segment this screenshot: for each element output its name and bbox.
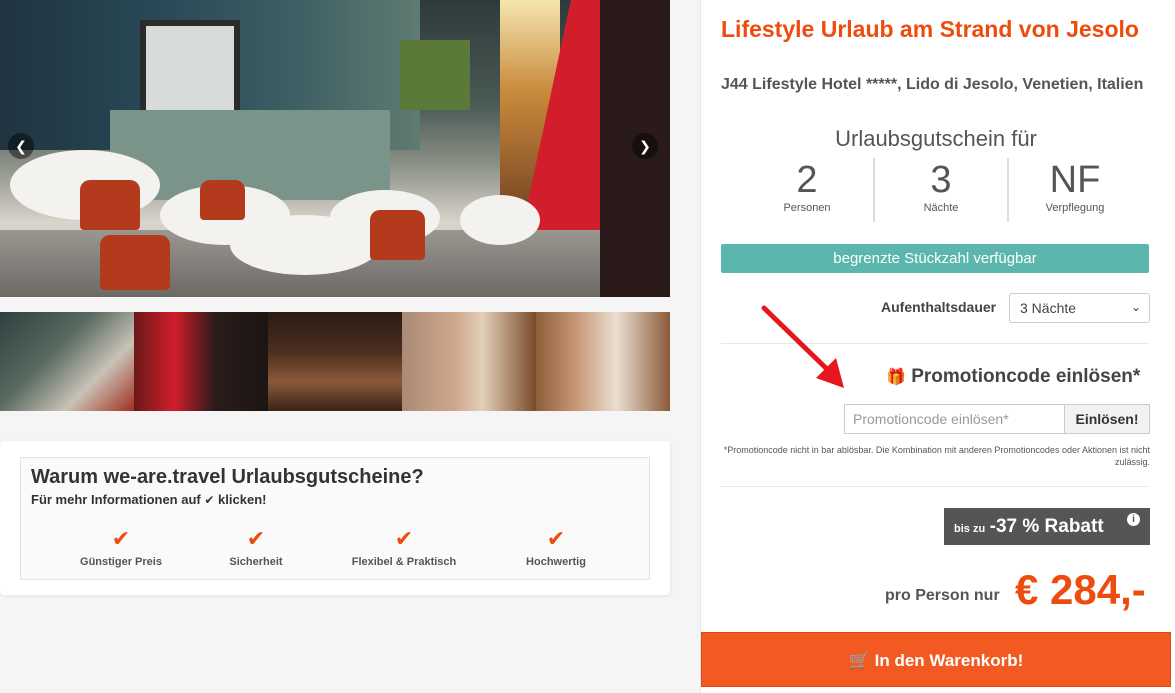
why-subtitle-before: Für mehr Informationen auf (31, 492, 201, 507)
stat-value: 3 (930, 159, 952, 201)
voucher-label: Urlaubsgutschein für (835, 126, 1037, 151)
why-title: Warum we-are.travel Urlaubsgutscheine? (31, 466, 424, 488)
why-item-label: Flexibel & Praktisch (351, 556, 457, 568)
stat-value: 2 (796, 159, 818, 201)
chevron-left-icon[interactable]: ❮ (8, 133, 34, 159)
stat-board: NF Verpflegung (1009, 158, 1141, 222)
thumbnail-restaurant[interactable] (0, 312, 134, 411)
why-item-flexible[interactable]: ✔ Flexibel & Praktisch (329, 526, 479, 569)
chevron-right-icon[interactable]: ❯ (632, 133, 658, 159)
stat-persons: 2 Personen (741, 158, 875, 222)
photo-chair (80, 180, 140, 230)
promo-heading: 🎁 Promotioncode einlösen* (886, 366, 1140, 388)
why-subtitle: Für mehr Informationen auf ✔ klicken! (31, 492, 266, 507)
check-icon: ✔ (111, 526, 131, 551)
discount-prefix: bis zu (954, 523, 986, 535)
why-card: Warum we-are.travel Urlaubsgutscheine? F… (0, 441, 670, 595)
thumbnail-room[interactable] (536, 312, 670, 411)
why-item-quality[interactable]: ✔ Hochwertig (481, 526, 631, 569)
hotel-name: J44 Lifestyle Hotel *****, Lido di Jesol… (721, 76, 1144, 93)
thumbnail-hotel-bar[interactable] (268, 312, 402, 411)
stat-label: Verpflegung (1045, 202, 1105, 214)
price: € 284,- (1015, 566, 1146, 613)
cart-icon: 🛒 (848, 651, 870, 670)
discount-badge: bis zu -37 % Rabatt i (944, 508, 1150, 545)
price-label: pro Person nur (885, 587, 1000, 604)
redeem-button[interactable]: Einlösen! (1064, 404, 1150, 434)
promo-code-input[interactable]: Promotioncode einlösen* (844, 404, 1064, 434)
check-icon: ✔ (204, 493, 215, 507)
limited-availability-badge: begrenzte Stückzahl verfügbar (721, 244, 1149, 273)
photo-plant-wall (400, 40, 470, 110)
stat-value: NF (1049, 159, 1101, 201)
stat-nights: 3 Nächte (875, 158, 1009, 222)
why-item-label: Hochwertig (526, 556, 586, 568)
photo-chair (200, 180, 245, 220)
stay-duration-value: 3 Nächte (1020, 300, 1077, 316)
main-hotel-photo[interactable]: ❮ ❯ (0, 0, 670, 297)
divider (721, 486, 1149, 487)
stay-duration-select[interactable]: 3 Nächte ⌄ (1009, 293, 1150, 323)
check-icon: ✔ (546, 526, 566, 551)
why-item-label: Günstiger Preis (80, 556, 162, 568)
info-icon[interactable]: i (1127, 513, 1140, 526)
check-icon: ✔ (246, 526, 266, 551)
chevron-down-icon: ⌄ (1130, 300, 1141, 314)
voucher-stats: 2 Personen 3 Nächte NF Verpflegung (741, 158, 1141, 222)
offer-title: Lifestyle Urlaub am Strand von Jesolo (721, 16, 1139, 42)
gift-icon: 🎁 (886, 369, 906, 386)
offer-panel: Lifestyle Urlaub am Strand von Jesolo J4… (700, 0, 1175, 693)
stat-label: Personen (783, 202, 831, 214)
thumbnail-bar[interactable] (134, 312, 268, 411)
why-subtitle-after: klicken! (218, 492, 267, 507)
thumbnail-lobby[interactable] (402, 312, 536, 411)
why-item-price[interactable]: ✔ Günstiger Preis (46, 526, 196, 569)
photo-chair (100, 235, 170, 290)
add-to-cart-button[interactable]: 🛒 In den Warenkorb! (701, 632, 1171, 687)
stay-duration-label: Aufenthaltsdauer (881, 299, 997, 315)
why-box[interactable]: Warum we-are.travel Urlaubsgutscheine? F… (20, 457, 650, 580)
thumbnail-strip (0, 312, 670, 411)
check-icon: ✔ (394, 526, 414, 551)
promo-title: Promotioncode einlösen* (911, 366, 1141, 387)
why-item-label: Sicherheit (229, 556, 283, 568)
cart-button-label: In den Warenkorb! (874, 651, 1024, 670)
divider (721, 343, 1149, 344)
photo-table (460, 195, 540, 245)
promo-note: *Promotioncode nicht in bar ablösbar. Di… (723, 445, 1150, 467)
why-item-security[interactable]: ✔ Sicherheit (181, 526, 331, 569)
stat-label: Nächte (923, 202, 959, 214)
photo-chair (370, 210, 425, 260)
discount-value: -37 % Rabatt (989, 516, 1104, 537)
